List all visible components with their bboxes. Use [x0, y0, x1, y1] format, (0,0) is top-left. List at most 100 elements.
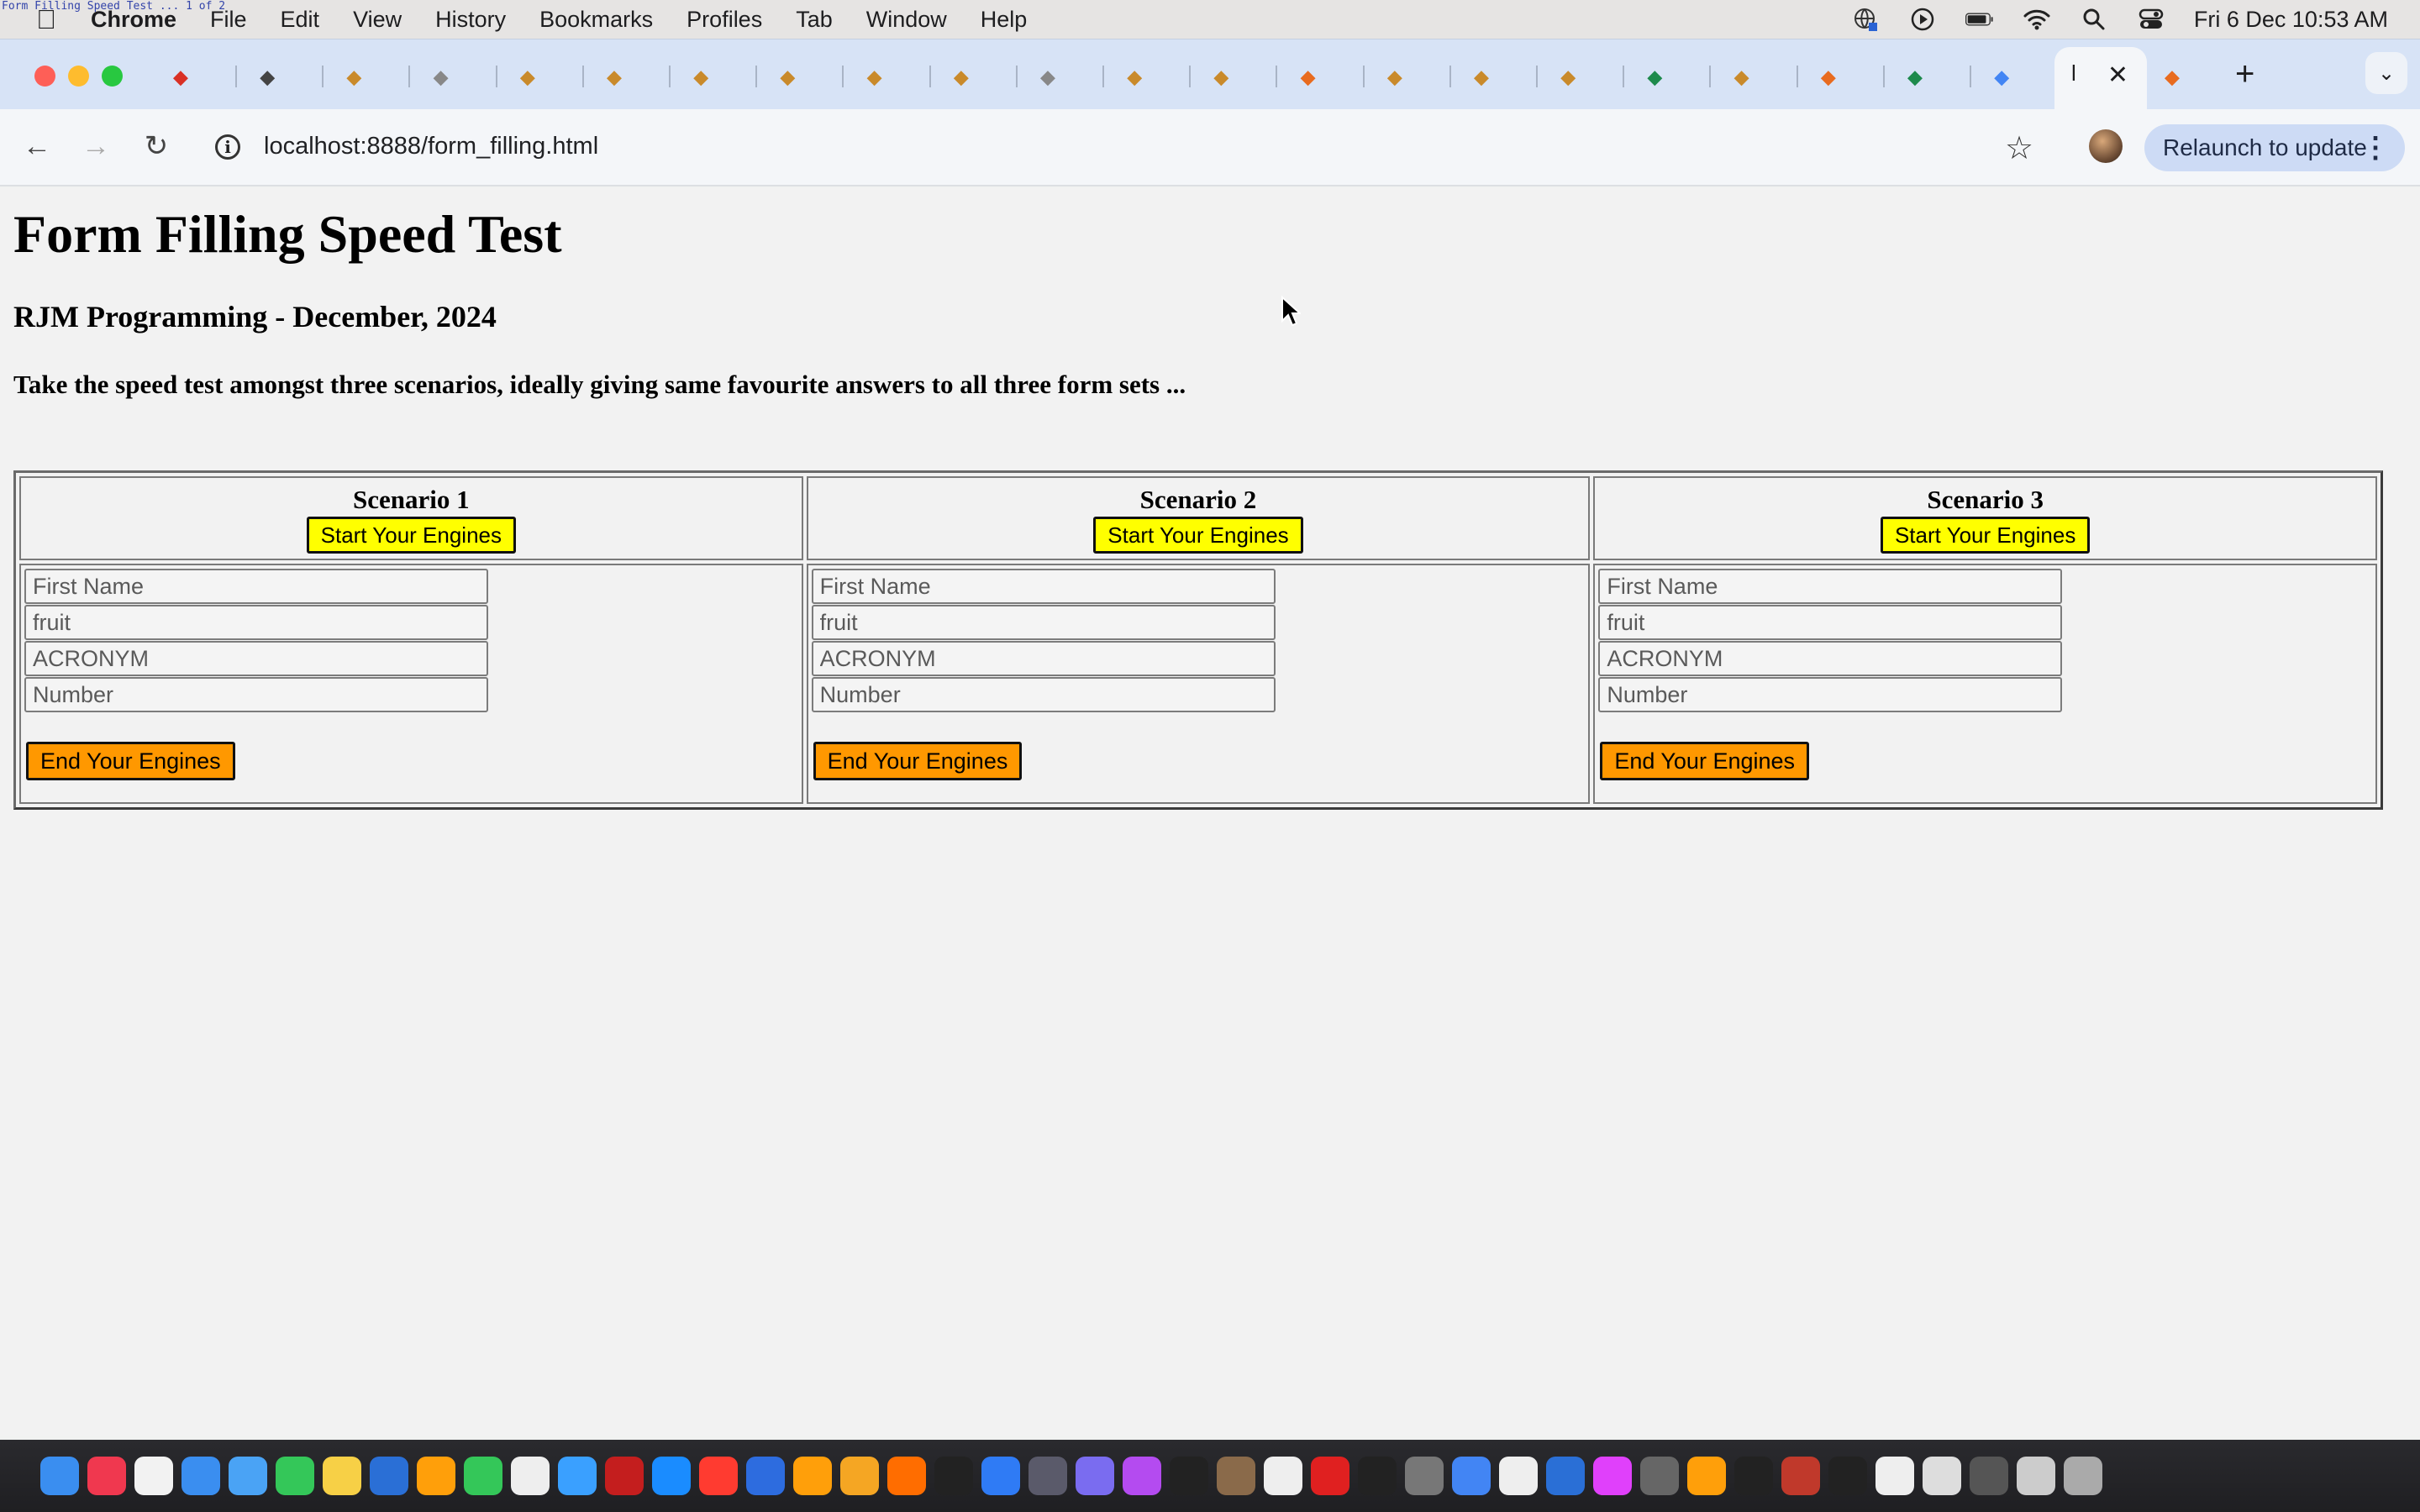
tab-favicon-icon[interactable]: ◆ — [341, 66, 366, 89]
tab-favicon-icon[interactable]: ◆ — [1555, 66, 1581, 89]
menu-tab[interactable]: Tab — [796, 7, 833, 33]
wifi-icon[interactable] — [2023, 8, 2051, 31]
acronym-input[interactable] — [811, 641, 1276, 676]
end-your-engines-button[interactable]: End Your Engines — [26, 742, 235, 780]
minimize-window-button[interactable] — [68, 66, 89, 87]
search-icon[interactable] — [2080, 8, 2108, 31]
relaunch-to-update-button[interactable]: Relaunch to update ⋮ — [2144, 124, 2405, 171]
menu-profiles[interactable]: Profiles — [687, 7, 762, 33]
dock-app-icon[interactable] — [1876, 1457, 1914, 1495]
fruit-input[interactable] — [1598, 605, 2063, 640]
tab-favicon-icon[interactable]: ◆ — [1902, 66, 1928, 89]
acronym-input[interactable] — [1598, 641, 2063, 676]
tab-favicon-icon[interactable]: ◆ — [1122, 66, 1147, 89]
translate-icon[interactable] — [1851, 8, 1880, 31]
dock-app-icon[interactable] — [1217, 1457, 1255, 1495]
dock-app-icon[interactable] — [1640, 1457, 1679, 1495]
tab-favicon-icon[interactable]: ◆ — [1642, 66, 1667, 89]
url-text[interactable]: localhost:8888/form_filling.html — [264, 133, 598, 160]
dock-app-icon[interactable] — [370, 1457, 408, 1495]
tab-favicon-icon[interactable]: ◆ — [1469, 66, 1494, 89]
dock-app-icon[interactable] — [1499, 1457, 1538, 1495]
tab-favicon-icon[interactable]: ◆ — [1989, 66, 2014, 89]
menu-help[interactable]: Help — [981, 7, 1028, 33]
forward-button[interactable]: → — [77, 128, 114, 165]
dock-app-icon[interactable] — [887, 1457, 926, 1495]
tab-close-icon[interactable]: ✕ — [2107, 60, 2128, 90]
close-window-button[interactable] — [34, 66, 55, 87]
dock-app-icon[interactable] — [1593, 1457, 1632, 1495]
bookmark-star-icon[interactable]: ☆ — [2005, 129, 2033, 167]
dock-app-icon[interactable] — [464, 1457, 502, 1495]
menu-view[interactable]: View — [353, 7, 402, 33]
tab-favicon-icon[interactable]: ◆ — [515, 66, 540, 89]
number-input[interactable] — [1598, 677, 2063, 712]
tab-favicon-icon[interactable]: ◆ — [168, 66, 193, 89]
tab-favicon-icon[interactable]: ◆ — [1208, 66, 1234, 89]
menu-window[interactable]: Window — [866, 7, 947, 33]
number-input[interactable] — [811, 677, 1276, 712]
dock-app-icon[interactable] — [87, 1457, 126, 1495]
menu-bookmarks[interactable]: Bookmarks — [539, 7, 653, 33]
maximize-window-button[interactable] — [102, 66, 123, 87]
dock-app-icon[interactable] — [558, 1457, 597, 1495]
dock-app-icon[interactable] — [699, 1457, 738, 1495]
tab-favicon-icon[interactable]: ◆ — [862, 66, 887, 89]
dock-app-icon[interactable] — [2017, 1457, 2055, 1495]
dock-app-icon[interactable] — [1264, 1457, 1302, 1495]
tab-active[interactable]: l ✕ — [2054, 47, 2147, 109]
fruit-input[interactable] — [811, 605, 1276, 640]
tab-favicon-icon[interactable]: ◆ — [688, 66, 713, 89]
start-your-engines-button[interactable]: Start Your Engines — [306, 517, 517, 554]
dock-app-icon[interactable] — [605, 1457, 644, 1495]
dock-app-icon[interactable] — [2064, 1457, 2102, 1495]
menu-edit[interactable]: Edit — [281, 7, 320, 33]
dock-app-icon[interactable] — [1028, 1457, 1067, 1495]
dock-app-icon[interactable] — [417, 1457, 455, 1495]
tab-favicon-icon[interactable]: ◆ — [1816, 66, 1841, 89]
dock-app-icon[interactable] — [1123, 1457, 1161, 1495]
tab-favicon-icon[interactable]: ◆ — [1382, 66, 1407, 89]
battery-icon[interactable] — [1965, 8, 1994, 31]
first-name-input[interactable] — [811, 569, 1276, 604]
tab-favicon-icon[interactable]: ◆ — [1729, 66, 1754, 89]
more-menu-icon[interactable]: ⋮ — [2361, 131, 2390, 165]
dock-app-icon[interactable] — [1311, 1457, 1349, 1495]
tab-favicon-icon[interactable]: ◆ — [1035, 66, 1060, 89]
fruit-input[interactable] — [24, 605, 488, 640]
back-button[interactable]: ← — [18, 128, 55, 165]
dock-app-icon[interactable] — [1970, 1457, 2008, 1495]
reload-button[interactable]: ↻ — [138, 128, 175, 165]
dock-app-icon[interactable] — [1076, 1457, 1114, 1495]
dock-app-icon[interactable] — [652, 1457, 691, 1495]
tab-favicon-icon[interactable]: ◆ — [602, 66, 627, 89]
play-icon[interactable] — [1908, 8, 1937, 31]
new-tab-button[interactable]: + — [2235, 57, 2254, 91]
tab-favicon-icon[interactable]: ◆ — [2160, 66, 2185, 89]
menubar-clock[interactable]: Fri 6 Dec 10:53 AM — [2194, 7, 2388, 33]
dock-app-icon[interactable] — [934, 1457, 973, 1495]
number-input[interactable] — [24, 677, 488, 712]
site-info-icon[interactable]: i — [215, 134, 240, 160]
first-name-input[interactable] — [1598, 569, 2063, 604]
dock-app-icon[interactable] — [323, 1457, 361, 1495]
tab-favicon-icon[interactable]: ◆ — [429, 66, 454, 89]
start-your-engines-button[interactable]: Start Your Engines — [1880, 517, 2091, 554]
dock-app-icon[interactable] — [182, 1457, 220, 1495]
start-your-engines-button[interactable]: Start Your Engines — [1093, 517, 1303, 554]
dock-app-icon[interactable] — [1781, 1457, 1820, 1495]
dock-app-icon[interactable] — [793, 1457, 832, 1495]
dock-app-icon[interactable] — [40, 1457, 79, 1495]
dock-app-icon[interactable] — [134, 1457, 173, 1495]
end-your-engines-button[interactable]: End Your Engines — [1600, 742, 1810, 780]
dock-app-icon[interactable] — [1828, 1457, 1867, 1495]
tab-favicon-icon[interactable]: ◆ — [775, 66, 800, 89]
dock-app-icon[interactable] — [1923, 1457, 1961, 1495]
tab-favicon-icon[interactable]: ◆ — [949, 66, 974, 89]
control-center-icon[interactable] — [2137, 8, 2165, 31]
dock-app-icon[interactable] — [276, 1457, 314, 1495]
acronym-input[interactable] — [24, 641, 488, 676]
first-name-input[interactable] — [24, 569, 488, 604]
dock-app-icon[interactable] — [1452, 1457, 1491, 1495]
tab-favicon-icon[interactable]: ◆ — [1296, 66, 1321, 89]
